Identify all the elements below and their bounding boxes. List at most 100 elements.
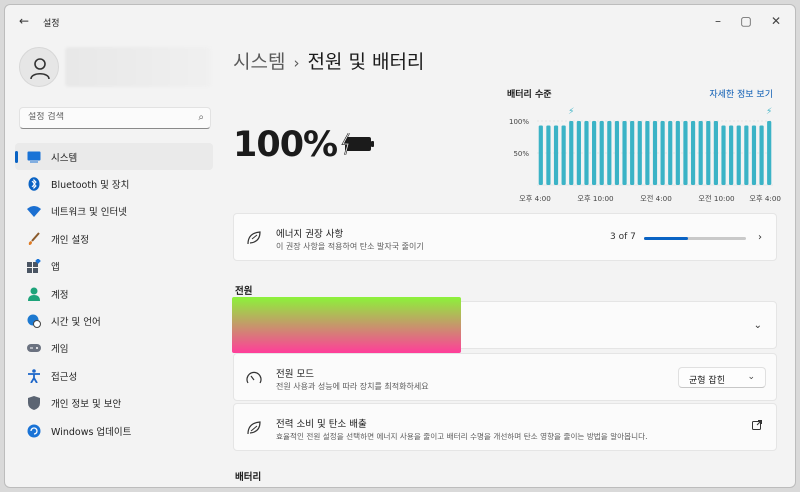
sidebar-item-network[interactable]: 네트워크 및 인터넷 xyxy=(15,198,213,225)
shield-icon xyxy=(27,396,41,411)
battery-bar xyxy=(645,121,650,185)
leaf-icon xyxy=(246,420,262,436)
sidebar-item-personalization[interactable]: 개인 설정 xyxy=(15,225,213,252)
battery-bar xyxy=(675,121,680,185)
x-tick-label: 오전 10:00 xyxy=(698,194,735,203)
sidebar-item-label: 접근성 xyxy=(51,371,78,383)
sidebar-item-label: Bluetooth 및 장치 xyxy=(51,180,130,192)
card-title: 화면 및 절전 xyxy=(276,323,326,334)
battery-bar xyxy=(690,121,696,185)
power-mode-icon xyxy=(246,370,262,386)
battery-bar xyxy=(721,125,726,185)
page-title: 전원 및 배터리 xyxy=(307,51,425,73)
chevron-down-icon: ⌄ xyxy=(747,372,755,382)
sidebar-item-label: 계정 xyxy=(51,289,69,301)
search-input[interactable] xyxy=(28,112,188,122)
battery-bar xyxy=(553,125,559,185)
battery-bar xyxy=(607,121,612,185)
sidebar-item-label: 시간 및 언어 xyxy=(51,317,101,329)
sidebar-item-gaming[interactable]: 게임 xyxy=(15,335,213,362)
maximize-icon[interactable]: ▢ xyxy=(733,11,759,31)
chevron-right-icon: › xyxy=(758,232,762,243)
section-heading-power: 전원 xyxy=(235,286,253,297)
battery-bar xyxy=(713,121,718,185)
lightning-icon: ⚡ xyxy=(568,107,574,117)
bluetooth-icon xyxy=(27,177,41,191)
battery-bar xyxy=(744,125,749,185)
sidebar-item-apps[interactable]: 앱 xyxy=(15,253,213,280)
battery-bar xyxy=(729,125,734,185)
battery-bar xyxy=(599,121,604,185)
search-icon: ⌕ xyxy=(198,112,204,123)
sidebar-item-label: 개인 정보 및 보안 xyxy=(51,399,122,411)
external-link-icon[interactable] xyxy=(752,420,762,433)
card-title: 에너지 권장 사항 xyxy=(276,229,344,240)
sidebar-item-privacy[interactable]: 개인 정보 및 보안 xyxy=(15,390,213,417)
x-tick-label: 오후 10:00 xyxy=(577,194,614,203)
battery-bar xyxy=(652,121,658,185)
accessibility-icon xyxy=(27,369,41,383)
sidebar-item-accessibility[interactable]: 접근성 xyxy=(15,362,213,389)
battery-bar xyxy=(584,121,589,185)
battery-bar xyxy=(546,125,551,185)
battery-bar xyxy=(660,121,665,185)
chart-title: 배터리 수준 xyxy=(507,90,552,100)
arrow-left-icon[interactable]: ← xyxy=(17,14,31,28)
globe-clock-icon xyxy=(27,314,41,329)
card-title: 전력 소비 및 탄소 배출 xyxy=(276,419,367,430)
battery-bar xyxy=(668,121,673,185)
y-tick-label: 50% xyxy=(513,150,529,158)
breadcrumb-parent[interactable]: 시스템 xyxy=(233,51,285,73)
settings-window: ← 설정 – ▢ ✕ ⌕ 시스템 Bluetooth 및 장치 xyxy=(4,4,796,488)
battery-bar xyxy=(630,121,635,185)
sidebar-item-windows-update[interactable]: Windows 업데이트 xyxy=(15,417,213,444)
sidebar-item-time-language[interactable]: 시간 및 언어 xyxy=(15,307,213,334)
minimize-icon[interactable]: – xyxy=(705,11,731,31)
battery-level-chart: 100% 50% ⚡ ⚡ 오후 4:00 오후 10:00 오전 4:00 오전 10:00 오… xyxy=(509,107,781,203)
battery-bar xyxy=(538,125,543,185)
gamepad-icon xyxy=(27,341,41,355)
screen-sleep-icon xyxy=(246,318,262,334)
battery-bar xyxy=(759,125,764,185)
x-tick-label: 오후 4:00 xyxy=(749,194,781,203)
sidebar-item-bluetooth[interactable]: Bluetooth 및 장치 xyxy=(15,170,213,197)
search-box[interactable]: ⌕ xyxy=(19,107,211,129)
app-title: 설정 xyxy=(43,19,60,29)
battery-bar xyxy=(698,121,703,185)
leaf-heart-icon xyxy=(246,230,262,246)
update-icon xyxy=(27,424,41,438)
battery-bar xyxy=(569,121,574,185)
details-link[interactable]: 자세한 정보 보기 xyxy=(709,87,773,100)
energy-recommendations-card[interactable]: 에너지 권장 사항 이 권장 사항을 적용하여 탄소 발자국 줄이기 3 of … xyxy=(233,213,777,261)
section-heading-battery: 배터리 xyxy=(235,472,262,483)
battery-bar xyxy=(614,121,620,185)
account-info-blurred xyxy=(65,47,211,87)
battery-percent: 100% xyxy=(233,125,338,165)
avatar[interactable] xyxy=(19,47,59,87)
x-tick-label: 오후 4:00 xyxy=(519,194,551,203)
battery-bar xyxy=(637,121,642,185)
battery-bar xyxy=(622,121,627,185)
power-usage-card[interactable]: 전력 소비 및 탄소 배출 효율적인 전원 설정을 선택하면 에너지 사용을 줄… xyxy=(233,403,777,451)
sidebar-nav: 시스템 Bluetooth 및 장치 네트워크 및 인터넷 개인 설정 앱 계정… xyxy=(15,143,213,444)
sidebar-item-label: 개인 설정 xyxy=(51,234,89,246)
power-mode-dropdown[interactable]: 균형 잡힌 ⌄ xyxy=(678,367,766,388)
x-tick-label: 오전 4:00 xyxy=(640,194,672,203)
sidebar-item-accounts[interactable]: 계정 xyxy=(15,280,213,307)
progress-fill xyxy=(644,237,688,240)
card-title: 전원 모드 xyxy=(276,369,314,380)
battery-bar xyxy=(706,121,711,185)
title-bar: ← 설정 – ▢ ✕ xyxy=(5,5,795,37)
lightning-icon: ⚡ xyxy=(766,107,772,117)
apps-icon xyxy=(27,259,41,274)
dropdown-value: 균형 잡힌 xyxy=(689,376,725,386)
sidebar-item-system[interactable]: 시스템 xyxy=(15,143,213,171)
battery-bar xyxy=(751,125,757,185)
screen-sleep-card[interactable]: 화면 및 절전 ⌄ xyxy=(233,301,777,349)
close-icon[interactable]: ✕ xyxy=(763,11,789,31)
sidebar-item-label: 시스템 xyxy=(51,152,78,164)
breadcrumb: 시스템 › 전원 및 배터리 xyxy=(233,47,424,74)
battery-bar xyxy=(683,121,688,185)
progress-text: 3 of 7 xyxy=(610,232,636,242)
monitor-icon xyxy=(27,150,41,164)
